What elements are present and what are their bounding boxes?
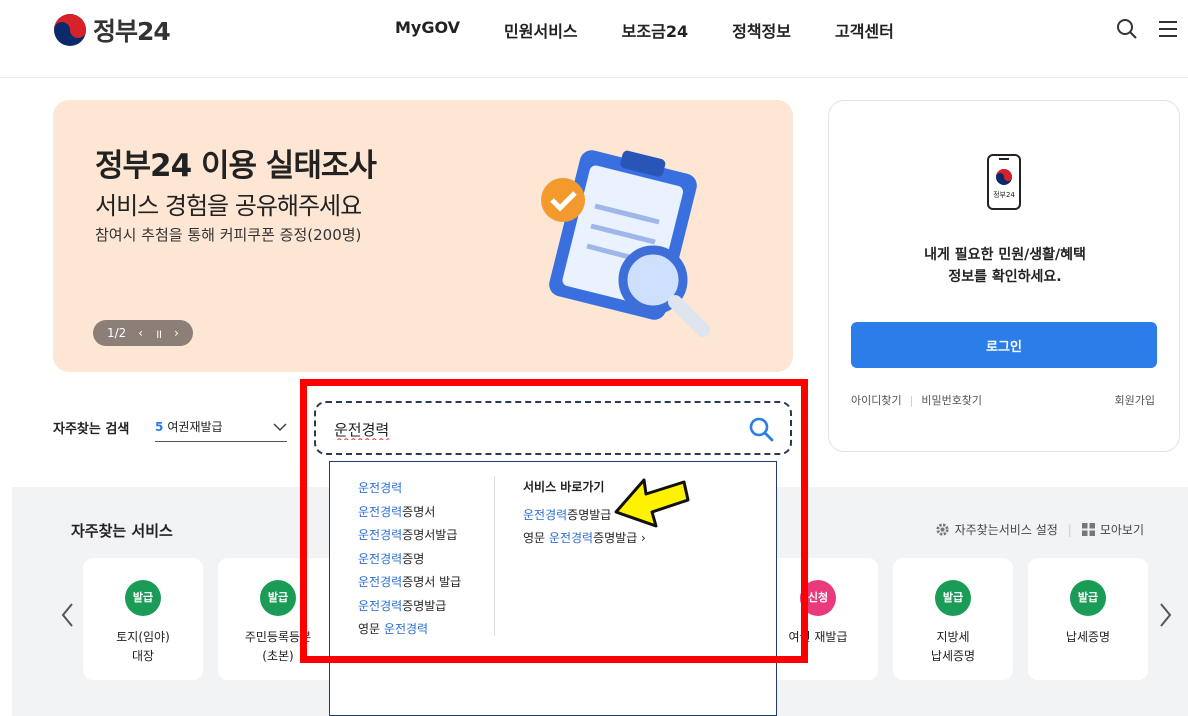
find-id-link[interactable]: 아이디찾기 bbox=[851, 394, 902, 407]
service-badge: 발급 bbox=[1070, 580, 1106, 616]
service-tools: 자주찾는서비스 설정 | 모아보기 bbox=[935, 521, 1144, 538]
phone-label: 정부24 bbox=[993, 190, 1015, 199]
search-submit-icon[interactable] bbox=[748, 416, 774, 442]
popular-search-label: 자주찾는 검색 bbox=[53, 422, 130, 437]
carousel-next-icon[interactable] bbox=[1155, 600, 1175, 630]
suggestion-item[interactable]: 운전경력증명서 발급 bbox=[358, 572, 461, 596]
prev-arrow-icon[interactable]: ‹ bbox=[138, 326, 143, 340]
suggestion-item[interactable]: 운전경력증명서발급 bbox=[358, 525, 461, 549]
search-icon[interactable] bbox=[1116, 18, 1138, 40]
section-title: 자주찾는 서비스 bbox=[71, 522, 173, 540]
service-badge: 신청 bbox=[800, 580, 836, 616]
nav-mygov[interactable]: MyGOV bbox=[395, 18, 460, 42]
login-links: 아이디찾기 | 비밀번호찾기 bbox=[851, 394, 983, 407]
login-message-line2: 정보를 확인하세요. bbox=[948, 269, 1062, 285]
logo-text: 정부24 bbox=[93, 17, 171, 46]
banner-title: 정부24 이용 실태조사 bbox=[95, 148, 377, 184]
gear-icon bbox=[936, 523, 949, 536]
suggestion-item[interactable]: 운전경력 bbox=[358, 478, 461, 502]
shortcut-item[interactable]: 영문 운전경력증명발급 › bbox=[523, 528, 646, 551]
clipboard-illustration-icon bbox=[541, 150, 710, 337]
login-message: 내게 필요한 민원/생활/혜택 정보를 확인하세요. bbox=[829, 244, 1181, 288]
search-input[interactable] bbox=[334, 417, 734, 441]
search-box bbox=[314, 401, 792, 455]
suggestion-list: 운전경력 운전경력증명서 운전경력증명서발급 운전경력증명 운전경력증명서 발급… bbox=[358, 478, 461, 643]
autocomplete-dropdown: 운전경력 운전경력증명서 운전경력증명서발급 운전경력증명 운전경력증명서 발급… bbox=[329, 461, 777, 716]
banner-pager: 1/2 ‹ ॥ › bbox=[93, 320, 193, 346]
service-card[interactable]: 발급 납세증명 bbox=[1028, 558, 1148, 680]
service-name: 토지(임야) 대장 bbox=[116, 630, 170, 663]
carousel-prev-icon[interactable] bbox=[58, 600, 78, 630]
popular-rank: 5 bbox=[155, 420, 164, 434]
suggestion-item[interactable]: 운전경력증명 bbox=[358, 549, 461, 573]
service-settings-link[interactable]: 자주찾는서비스 설정 bbox=[955, 521, 1058, 538]
logo[interactable]: 정부24 bbox=[53, 12, 171, 48]
service-badge: 발급 bbox=[125, 580, 161, 616]
taegeuk-emblem-icon bbox=[54, 14, 86, 46]
login-message-line1: 내게 필요한 민원/생활/혜택 bbox=[924, 247, 1086, 263]
nav-civil-service[interactable]: 민원서비스 bbox=[504, 18, 578, 42]
login-card: 정부24 내게 필요한 민원/생활/혜택 정보를 확인하세요. 로그인 아이디찾… bbox=[828, 100, 1180, 452]
service-card[interactable]: 발급 주민등록등본 (초본) bbox=[218, 558, 338, 680]
pause-icon[interactable]: ॥ bbox=[155, 325, 162, 342]
mobile-phone-icon: 정부24 bbox=[987, 154, 1021, 210]
next-arrow-icon[interactable]: › bbox=[174, 326, 179, 340]
nav-customer-center[interactable]: 고객센터 bbox=[835, 18, 894, 42]
banner-page-count: 1/2 bbox=[106, 326, 127, 340]
grid-view-icon bbox=[1081, 523, 1095, 536]
find-password-link[interactable]: 비밀번호찾기 bbox=[921, 394, 982, 407]
service-name: 지방세 납세증명 bbox=[930, 630, 976, 663]
suggestion-item[interactable]: 운전경력증명발급 bbox=[358, 596, 461, 620]
service-name: 주민등록등본 (초본) bbox=[244, 630, 312, 663]
popular-keyword: 여권재발급 bbox=[167, 420, 223, 434]
banner-description: 참여시 추첨을 통해 커피쿠폰 증정(200명) bbox=[95, 226, 362, 244]
site-header: 정부24 MyGOV 민원서비스 보조금24 정책정보 고객센터 bbox=[0, 0, 1188, 78]
nav-policy-info[interactable]: 정책정보 bbox=[732, 18, 791, 42]
login-button[interactable]: 로그인 bbox=[851, 322, 1157, 368]
service-card[interactable]: 발급 토지(임야) 대장 bbox=[83, 558, 203, 680]
suggestion-item[interactable]: 운전경력증명서 bbox=[358, 502, 461, 526]
popular-search-select[interactable]: 5 여권재발급 bbox=[155, 412, 287, 442]
view-all-link[interactable]: 모아보기 bbox=[1100, 521, 1144, 538]
join-link[interactable]: 회원가입 bbox=[1115, 392, 1155, 408]
pointer-arrow-icon bbox=[614, 478, 690, 528]
service-badge: 발급 bbox=[935, 580, 971, 616]
service-name: 납세증명 bbox=[1065, 630, 1111, 644]
main-nav: MyGOV 민원서비스 보조금24 정책정보 고객센터 bbox=[395, 18, 938, 42]
banner-subtitle: 서비스 경험을 공유해주세요 bbox=[95, 192, 362, 220]
nav-subsidy24[interactable]: 보조금24 bbox=[622, 18, 688, 42]
promo-banner[interactable]: 정부24 이용 실태조사 서비스 경험을 공유해주세요 참여시 추첨을 통해 커… bbox=[53, 100, 793, 372]
chevron-down-icon bbox=[273, 422, 287, 431]
hamburger-menu-icon[interactable] bbox=[1157, 18, 1179, 40]
service-badge: 발급 bbox=[260, 580, 296, 616]
suggestion-item[interactable]: 영문 운전경력 bbox=[358, 619, 461, 643]
popular-search-value: 5 여권재발급 bbox=[155, 418, 223, 435]
divider bbox=[494, 476, 495, 636]
service-card[interactable]: 발급 지방세 납세증명 bbox=[893, 558, 1013, 680]
